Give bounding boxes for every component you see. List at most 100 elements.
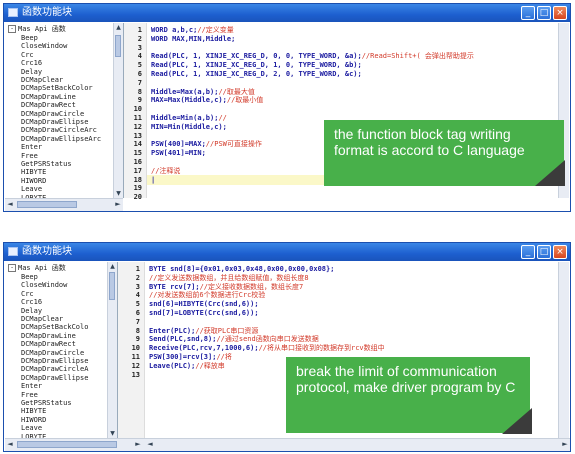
code-text: Leave(PLC); xyxy=(149,361,196,370)
code-line[interactable]: //定义发送数据数组，并且给数组赋值，数组长度8 xyxy=(149,274,309,283)
code-text: BYTE snd[8]={0x01,0x03,0x48,0x00,0x00,0x… xyxy=(149,265,335,273)
code-line[interactable]: Leave(PLC);//释放串 xyxy=(149,362,225,371)
line-number: 18 xyxy=(133,175,142,184)
code-line[interactable]: Middle=Min(a,b);// xyxy=(151,114,227,123)
function-block-window-1: 函数功能块 _ □ × - Mas Api 函数 ▲ ▼ Beep CloseWin… xyxy=(3,3,571,212)
scroll-left-icon[interactable]: ◄ xyxy=(5,199,15,210)
tree-root[interactable]: - Mas Api 函数 xyxy=(8,25,66,34)
line-number: 9 xyxy=(135,335,140,344)
code-comment: //定义接收数据数组，数组长度7 xyxy=(199,282,304,291)
code-comment: //取最小值 xyxy=(226,96,264,105)
tree-hscrollbar[interactable]: ◄ ► xyxy=(5,198,123,211)
code-comment: //获取PLC串口资源 xyxy=(195,326,259,335)
line-number: 12 xyxy=(133,122,142,131)
code-comment: //取最大值 xyxy=(218,87,255,96)
code-line[interactable]: snd[7]=LOBYTE(Crc(snd,6)); xyxy=(149,309,259,318)
scroll-right-icon[interactable]: ► xyxy=(133,439,143,450)
line-number: 8 xyxy=(137,87,142,96)
app-icon xyxy=(8,247,18,256)
code-line[interactable]: WORD a,b,c;//定义变量 xyxy=(151,26,234,35)
hscroll-thumb[interactable] xyxy=(17,201,77,208)
line-number: 11 xyxy=(133,114,142,122)
window-title: 函数功能块 xyxy=(22,246,72,257)
code-text: PSW[400]=MAX; xyxy=(151,140,206,149)
editor-scrollbar[interactable] xyxy=(558,262,569,438)
code-line[interactable]: PSW[401]=MIN; xyxy=(151,149,206,158)
code-comment: //注释说 xyxy=(151,166,181,175)
code-line[interactable]: //对发送数组前6个数据进行Crc校验 xyxy=(149,291,265,300)
window-title: 函数功能块 xyxy=(22,7,72,18)
code-line[interactable]: snd[6]=HIBYTE(Crc(snd,6)); xyxy=(149,300,259,309)
scroll-up-icon[interactable]: ▲ xyxy=(114,23,123,32)
code-line[interactable]: Read(PLC, 1, XINJE_XC_REG_D, 1, 0, TYPE_… xyxy=(151,61,362,70)
tree-scrollbar[interactable]: ▲ ▼ xyxy=(113,23,123,198)
code-line[interactable]: //注释说 xyxy=(151,167,180,176)
close-button[interactable]: × xyxy=(553,245,567,259)
scroll-right-icon[interactable]: ► xyxy=(560,439,570,450)
collapse-icon[interactable]: - xyxy=(8,25,16,33)
line-number: 11 xyxy=(131,353,140,361)
line-number: 5 xyxy=(135,300,140,309)
code-text: PSW[401]=MIN; xyxy=(151,149,206,158)
editor-hscrollbar[interactable]: ◄ ► ◄ ► xyxy=(5,438,570,451)
code-comment: //通过send函数向串口发送数据 xyxy=(216,335,319,344)
line-number: 19 xyxy=(133,184,142,193)
tree-scrollbar[interactable]: ▲ ▼ xyxy=(107,262,117,438)
code-text: PSW[300]=rcv[3]; xyxy=(149,353,217,361)
code-line[interactable]: PSW[300]=rcv[3];//将 xyxy=(149,353,232,362)
app-icon xyxy=(8,8,18,17)
maximize-button[interactable]: □ xyxy=(537,6,551,20)
scroll-thumb[interactable] xyxy=(115,35,121,57)
line-number: 3 xyxy=(135,282,140,291)
scroll-down-icon[interactable]: ▼ xyxy=(108,429,117,438)
minimize-button[interactable]: _ xyxy=(521,245,535,259)
line-number-gutter: 1 2 3 4 5 6 7 8 9 10 11 12 13 14 15 16 17 18 19 20 xyxy=(124,23,147,201)
code-text: Send(PLC,snd,8); xyxy=(149,335,217,344)
code-line[interactable]: | xyxy=(151,176,155,185)
code-line[interactable]: MAX=Max(Middle,c);//取最小值 xyxy=(151,96,263,105)
scroll-down-icon[interactable]: ▼ xyxy=(114,189,123,198)
line-number: 3 xyxy=(137,43,142,52)
code-text: Enter(PLC); xyxy=(149,326,196,335)
code-comment: //PSW可直接操作 xyxy=(205,140,262,149)
scroll-left-icon[interactable]: ◄ xyxy=(5,439,15,450)
code-comment: //将从串口接收到的数据存到rcv数组中 xyxy=(258,344,385,353)
code-line[interactable]: Receive(PLC,rcv,7,1000,6);//将从串口接收到的数据存到… xyxy=(149,344,385,353)
line-number: 2 xyxy=(137,34,142,43)
code-line[interactable]: WORD MAX,MIN,Middle; xyxy=(151,35,235,44)
line-number: 8 xyxy=(135,326,140,335)
line-number: 13 xyxy=(133,131,142,140)
maximize-button[interactable]: □ xyxy=(537,245,551,259)
title-bar[interactable]: 函数功能块 _ □ × xyxy=(4,243,570,261)
scroll-up-icon[interactable]: ▲ xyxy=(108,262,117,271)
code-text: MIN=Min(Middle,c); xyxy=(151,122,227,131)
scroll-right-icon[interactable]: ► xyxy=(113,199,123,210)
code-line[interactable]: Read(PLC, 1, XINJE_XC_REG_D, 0, 0, TYPE_… xyxy=(151,52,474,61)
line-number: 10 xyxy=(133,105,142,114)
minimize-button[interactable]: _ xyxy=(521,6,535,20)
callout-corner xyxy=(502,408,532,434)
collapse-icon[interactable]: - xyxy=(8,264,16,272)
code-comment: // xyxy=(218,114,227,122)
code-line[interactable]: MIN=Min(Middle,c); xyxy=(151,123,227,132)
scroll-left-icon[interactable]: ◄ xyxy=(145,439,155,450)
function-tree[interactable]: - Mas Api 函数 ▲ ▼ Beep CloseWindow Crc Crc16 D… xyxy=(5,23,124,198)
line-number: 17 xyxy=(133,166,142,175)
hscroll-thumb[interactable] xyxy=(17,441,117,448)
tree-root[interactable]: - Mas Api 函数 xyxy=(8,264,66,273)
function-tree[interactable]: - Mas Api 函数 ▲ ▼ Beep CloseWindow Crc Crc16 D… xyxy=(5,262,118,438)
code-text: Read(PLC, 1, XINJE_XC_REG_D, 2, 0, TYPE_… xyxy=(151,70,362,78)
callout-note: the function block tag writing format is… xyxy=(324,120,564,186)
code-line[interactable]: PSW[400]=MAX;//PSW可直接操作 xyxy=(151,140,262,149)
title-bar[interactable]: 函数功能块 _ □ × xyxy=(4,4,570,22)
line-number: 12 xyxy=(131,361,140,370)
callout-corner xyxy=(535,160,565,186)
close-button[interactable]: × xyxy=(553,6,567,20)
line-number: 16 xyxy=(133,158,142,166)
line-number: 6 xyxy=(137,70,142,78)
code-line[interactable]: Read(PLC, 1, XINJE_XC_REG_D, 2, 0, TYPE_… xyxy=(151,70,362,79)
scroll-thumb[interactable] xyxy=(109,272,115,300)
callout-note: break the limit of communication protoco… xyxy=(286,357,530,433)
code-line[interactable]: BYTE snd[8]={0x01,0x03,0x48,0x00,0x00,0x… xyxy=(149,265,334,274)
code-text: | xyxy=(151,175,156,184)
